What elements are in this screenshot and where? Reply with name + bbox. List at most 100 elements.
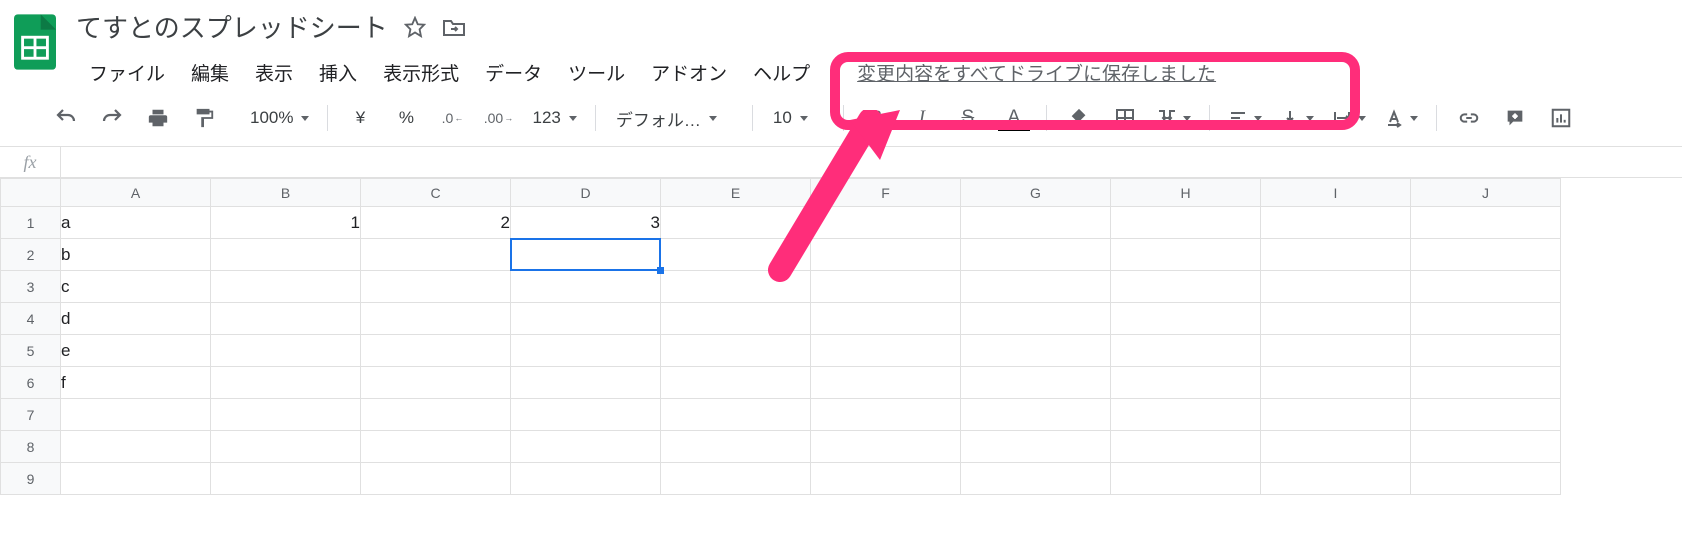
cell[interactable] (1111, 239, 1261, 271)
menu-help[interactable]: ヘルプ (740, 55, 823, 90)
cell[interactable] (1261, 335, 1411, 367)
cell[interactable] (811, 431, 961, 463)
cell[interactable] (1111, 431, 1261, 463)
cell[interactable] (1111, 463, 1261, 495)
cell[interactable] (511, 335, 661, 367)
cell[interactable] (961, 303, 1111, 335)
cell[interactable] (511, 271, 661, 303)
column-header[interactable]: J (1411, 179, 1561, 207)
cell[interactable] (361, 431, 511, 463)
cell[interactable] (1411, 303, 1561, 335)
cell[interactable] (811, 303, 961, 335)
row-header[interactable]: 2 (1, 239, 61, 271)
row-header[interactable]: 3 (1, 271, 61, 303)
cell[interactable]: 2 (361, 207, 511, 239)
cell[interactable] (961, 239, 1111, 271)
column-header[interactable]: I (1261, 179, 1411, 207)
cell[interactable] (511, 463, 661, 495)
font-size-dropdown[interactable]: 10 (763, 101, 833, 135)
menu-file[interactable]: ファイル (76, 55, 178, 90)
cell[interactable] (211, 431, 361, 463)
cell[interactable] (1261, 431, 1411, 463)
column-header[interactable]: H (1111, 179, 1261, 207)
fill-color-button[interactable] (1057, 101, 1101, 135)
spreadsheet-grid[interactable]: ABCDEFGHIJ1a1232b3c4d5e6f789 (0, 178, 1682, 495)
text-rotation-dropdown[interactable] (1376, 101, 1426, 135)
number-format-dropdown[interactable]: 123 (522, 101, 584, 135)
bold-button[interactable]: B (854, 101, 898, 135)
cell[interactable] (1261, 207, 1411, 239)
cell[interactable]: c (61, 271, 211, 303)
cell[interactable] (1261, 399, 1411, 431)
cell[interactable] (811, 463, 961, 495)
cell[interactable] (361, 463, 511, 495)
cell[interactable] (1411, 239, 1561, 271)
column-header[interactable]: F (811, 179, 961, 207)
cell[interactable] (1111, 367, 1261, 399)
zoom-dropdown[interactable]: 100% (240, 101, 317, 135)
cell[interactable] (661, 303, 811, 335)
cell[interactable] (661, 335, 811, 367)
cell[interactable] (1111, 207, 1261, 239)
row-header[interactable]: 7 (1, 399, 61, 431)
cell[interactable] (361, 239, 511, 271)
select-all-corner[interactable] (1, 179, 61, 207)
cell[interactable] (961, 335, 1111, 367)
cell[interactable] (661, 239, 811, 271)
star-icon[interactable] (404, 16, 426, 38)
cell[interactable] (961, 271, 1111, 303)
cell[interactable] (61, 463, 211, 495)
cell[interactable] (1261, 271, 1411, 303)
undo-icon[interactable] (44, 101, 88, 135)
cell[interactable] (811, 271, 961, 303)
cell[interactable] (1111, 399, 1261, 431)
redo-icon[interactable] (90, 101, 134, 135)
cell[interactable] (1411, 399, 1561, 431)
vertical-align-dropdown[interactable] (1272, 101, 1322, 135)
column-header[interactable]: D (511, 179, 661, 207)
menu-edit[interactable]: 編集 (178, 55, 242, 90)
row-header[interactable]: 1 (1, 207, 61, 239)
text-color-button[interactable]: A (992, 101, 1036, 135)
cell[interactable] (961, 207, 1111, 239)
cell[interactable] (61, 399, 211, 431)
italic-button[interactable]: I (900, 101, 944, 135)
menu-format[interactable]: 表示形式 (370, 55, 472, 90)
cell[interactable]: b (61, 239, 211, 271)
cell[interactable] (61, 431, 211, 463)
cell[interactable] (211, 303, 361, 335)
cell[interactable] (1411, 431, 1561, 463)
save-status-link[interactable]: 変更内容をすべてドライブに保存しました (847, 55, 1226, 90)
menu-view[interactable]: 表示 (242, 55, 306, 90)
cell[interactable] (961, 399, 1111, 431)
cell[interactable] (361, 367, 511, 399)
cell[interactable] (511, 431, 661, 463)
row-header[interactable]: 4 (1, 303, 61, 335)
column-header[interactable]: A (61, 179, 211, 207)
cell[interactable] (361, 335, 511, 367)
cell[interactable] (661, 431, 811, 463)
cell[interactable] (1261, 303, 1411, 335)
cell[interactable] (1261, 367, 1411, 399)
formula-input[interactable] (61, 147, 1682, 177)
cell[interactable]: d (61, 303, 211, 335)
cell[interactable] (211, 335, 361, 367)
cell[interactable] (1411, 271, 1561, 303)
column-header[interactable]: B (211, 179, 361, 207)
format-percent-button[interactable]: % (384, 101, 428, 135)
cell[interactable] (661, 463, 811, 495)
insert-chart-button[interactable] (1539, 101, 1583, 135)
cell[interactable] (511, 367, 661, 399)
cell[interactable] (1111, 271, 1261, 303)
cell[interactable] (661, 367, 811, 399)
row-header[interactable]: 9 (1, 463, 61, 495)
insert-link-button[interactable] (1447, 101, 1491, 135)
cell[interactable] (511, 399, 661, 431)
paint-format-icon[interactable] (182, 101, 226, 135)
cell[interactable] (211, 367, 361, 399)
column-header[interactable]: C (361, 179, 511, 207)
cell[interactable] (361, 399, 511, 431)
decrease-decimal-button[interactable]: .0← (430, 101, 474, 135)
text-wrap-dropdown[interactable] (1324, 101, 1374, 135)
document-title[interactable]: てすとのスプレッドシート (76, 8, 388, 45)
